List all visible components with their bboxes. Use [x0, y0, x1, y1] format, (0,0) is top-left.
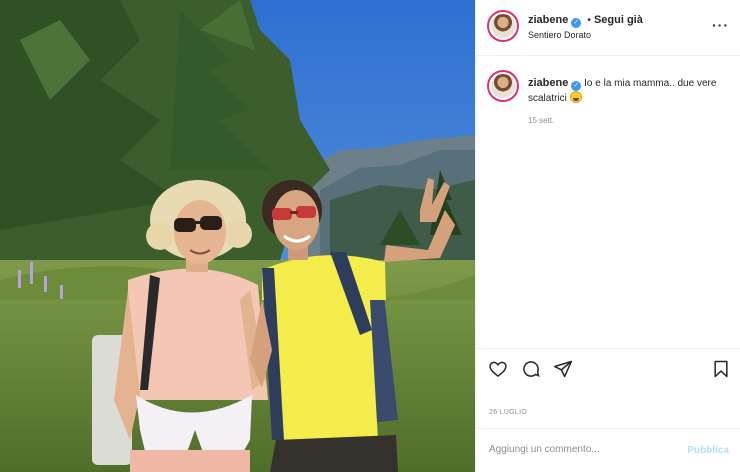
location-link[interactable]: Sentiero Dorato: [528, 30, 591, 40]
caption-date[interactable]: 15 sett.: [528, 116, 554, 125]
comment-icon[interactable]: [521, 359, 541, 379]
caption-avatar[interactable]: [487, 70, 519, 102]
laughing-emoji-icon: [569, 91, 582, 103]
post-photo[interactable]: [0, 0, 475, 472]
more-options-icon[interactable]: ···: [712, 17, 729, 33]
post-photo-image: [0, 0, 475, 472]
post-date[interactable]: 26 LUGLIO: [489, 409, 527, 416]
share-icon[interactable]: [553, 359, 573, 379]
verified-badge-icon: ✓: [571, 18, 582, 28]
bookmark-icon[interactable]: [711, 359, 731, 379]
action-bar: [476, 348, 740, 388]
header-username[interactable]: ziabene: [528, 14, 568, 26]
comment-input[interactable]: [489, 444, 669, 455]
comment-bar: Pubblica: [476, 428, 740, 472]
caption-username[interactable]: ziabene: [528, 77, 568, 89]
heart-icon[interactable]: [488, 359, 508, 379]
caption-verified-badge-icon: ✓: [571, 81, 582, 91]
caption-text: ziabene ✓ Io e la mia mamma.. due vere sc…: [528, 76, 728, 106]
avatar[interactable]: [487, 10, 519, 42]
follow-button[interactable]: Segui già: [594, 14, 643, 26]
header-separator: •: [587, 15, 591, 26]
post-header: ziabene ✓ • Segui già Sentiero Dorato ···: [476, 0, 740, 56]
publish-button[interactable]: Pubblica: [687, 445, 729, 456]
header-title-line: ziabene ✓ • Segui già: [528, 14, 643, 28]
post-sidebar: ziabene ✓ • Segui già Sentiero Dorato ··· …: [475, 0, 740, 472]
